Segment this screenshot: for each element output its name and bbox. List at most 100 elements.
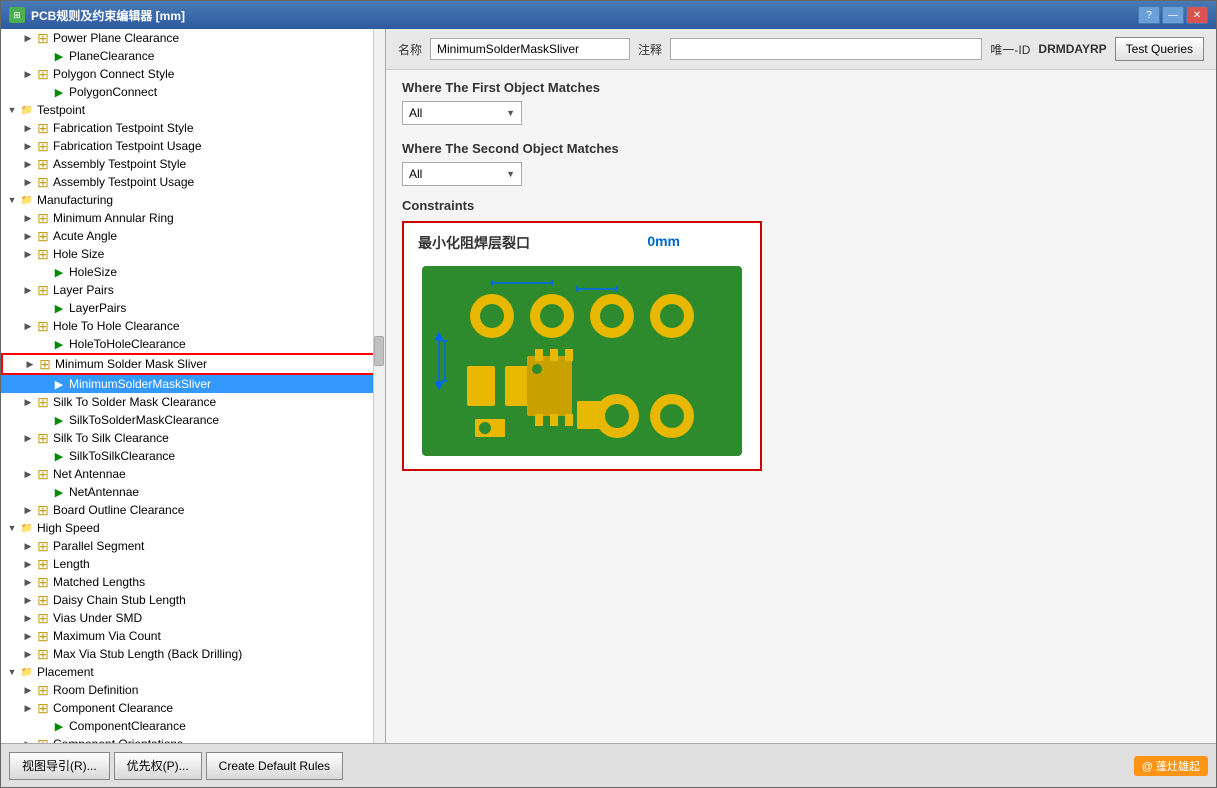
tree-item-min-solder-mask-sliver[interactable]: ▶⊞Minimum Solder Mask Sliver [1, 353, 385, 375]
tree-item-asm-testpoint-style[interactable]: ▶⊞Assembly Testpoint Style [1, 155, 385, 173]
expand-arrow[interactable]: ▶ [21, 283, 35, 297]
tree-item-holetoholeclearance[interactable]: ▶HoleToHoleClearance [1, 335, 385, 353]
tree-item-min-annular-ring[interactable]: ▶⊞Minimum Annular Ring [1, 209, 385, 227]
tree-node-icon: ⊞ [35, 502, 51, 518]
scrollbar-thumb[interactable] [374, 336, 384, 366]
tree-item-hole-to-hole-clearance[interactable]: ▶⊞Hole To Hole Clearance [1, 317, 385, 335]
tree-item-holesize[interactable]: ▶HoleSize [1, 263, 385, 281]
expand-arrow[interactable]: ▶ [21, 175, 35, 189]
expand-arrow[interactable]: ▶ [21, 683, 35, 697]
expand-arrow[interactable]: ▶ [21, 211, 35, 225]
expand-arrow[interactable] [37, 265, 51, 279]
expand-arrow[interactable]: ▶ [21, 647, 35, 661]
create-default-button[interactable]: Create Default Rules [206, 752, 343, 780]
expand-arrow[interactable]: ▶ [21, 139, 35, 153]
tree-item-component-clearance[interactable]: ▶⊞Component Clearance [1, 699, 385, 717]
expand-arrow[interactable]: ▶ [21, 539, 35, 553]
help-button[interactable]: ? [1138, 6, 1160, 24]
rule-header: 名称 注释 唯一-ID DRMDAYRP Test Queries [386, 29, 1216, 70]
expand-arrow[interactable]: ▶ [21, 701, 35, 715]
minimize-button[interactable]: — [1162, 6, 1184, 24]
expand-arrow[interactable]: ▶ [23, 357, 37, 371]
tree-item-room-definition[interactable]: ▶⊞Room Definition [1, 681, 385, 699]
expand-arrow[interactable]: ▶ [21, 229, 35, 243]
expand-arrow[interactable] [37, 49, 51, 63]
expand-arrow[interactable]: ▶ [21, 319, 35, 333]
close-button[interactable]: ✕ [1186, 6, 1208, 24]
tree-item-parallel-segment[interactable]: ▶⊞Parallel Segment [1, 537, 385, 555]
tree-item-netantennae[interactable]: ▶NetAntennae [1, 483, 385, 501]
expand-arrow[interactable]: ▶ [21, 557, 35, 571]
tree-item-length[interactable]: ▶⊞Length [1, 555, 385, 573]
navigate-button[interactable]: 视图导引(R)... [9, 752, 110, 780]
expand-arrow[interactable] [37, 485, 51, 499]
tree-item-testpoint[interactable]: ▼📁Testpoint [1, 101, 385, 119]
group-icon: ⊞ [37, 138, 49, 155]
expand-arrow[interactable]: ▼ [5, 521, 19, 535]
tree-item-max-via-stub[interactable]: ▶⊞Max Via Stub Length (Back Drilling) [1, 645, 385, 663]
rule-name-input[interactable] [430, 38, 630, 60]
expand-arrow[interactable]: ▶ [21, 431, 35, 445]
tree-item-manufacturing[interactable]: ▼📁Manufacturing [1, 191, 385, 209]
tree-item-fab-testpoint-usage[interactable]: ▶⊞Fabrication Testpoint Usage [1, 137, 385, 155]
tree-item-component-orientations[interactable]: ▶⊞Component Orientations [1, 735, 385, 743]
tree-item-silk-to-silk[interactable]: ▶⊞Silk To Silk Clearance [1, 429, 385, 447]
expand-arrow[interactable] [37, 719, 51, 733]
tree-item-polygon-connect[interactable]: ▶PolygonConnect [1, 83, 385, 101]
tree-node-icon: ⊞ [35, 318, 51, 334]
expand-arrow[interactable]: ▼ [5, 193, 19, 207]
expand-arrow[interactable]: ▶ [21, 575, 35, 589]
tree-item-power-plane-clearance[interactable]: ▶⊞Power Plane Clearance [1, 29, 385, 47]
tree-item-minimumsoldermasksliver[interactable]: ▶MinimumSolderMaskSliver [1, 375, 385, 393]
expand-arrow[interactable] [37, 85, 51, 99]
test-queries-button[interactable]: Test Queries [1115, 37, 1204, 61]
tree-panel[interactable]: ▶⊞Power Plane Clearance▶PlaneClearance▶⊞… [1, 29, 386, 743]
tree-scrollbar[interactable] [373, 29, 385, 743]
rule-icon: ▶ [55, 414, 63, 427]
tree-item-max-via-count[interactable]: ▶⊞Maximum Via Count [1, 627, 385, 645]
where-first-dropdown[interactable]: All ▼ [402, 101, 522, 125]
tree-item-fab-testpoint-style[interactable]: ▶⊞Fabrication Testpoint Style [1, 119, 385, 137]
tree-item-silktosoldermaskclearance[interactable]: ▶SilkToSolderMaskClearance [1, 411, 385, 429]
tree-item-placement[interactable]: ▼📁Placement [1, 663, 385, 681]
tree-item-vias-under-smd[interactable]: ▶⊞Vias Under SMD [1, 609, 385, 627]
expand-arrow[interactable]: ▶ [21, 395, 35, 409]
tree-item-high-speed[interactable]: ▼📁High Speed [1, 519, 385, 537]
expand-arrow[interactable] [37, 449, 51, 463]
expand-arrow[interactable] [37, 301, 51, 315]
expand-arrow[interactable]: ▶ [21, 121, 35, 135]
tree-item-plane-clearance[interactable]: ▶PlaneClearance [1, 47, 385, 65]
where-second-dropdown[interactable]: All ▼ [402, 162, 522, 186]
tree-item-board-outline-clearance[interactable]: ▶⊞Board Outline Clearance [1, 501, 385, 519]
expand-arrow[interactable]: ▶ [21, 503, 35, 517]
expand-arrow[interactable] [37, 413, 51, 427]
tree-item-silktosilkclearance[interactable]: ▶SilkToSilkClearance [1, 447, 385, 465]
expand-arrow[interactable]: ▶ [21, 157, 35, 171]
expand-arrow[interactable]: ▶ [21, 247, 35, 261]
tree-item-asm-testpoint-usage[interactable]: ▶⊞Assembly Testpoint Usage [1, 173, 385, 191]
tree-item-net-antennae[interactable]: ▶⊞Net Antennae [1, 465, 385, 483]
expand-arrow[interactable]: ▼ [5, 665, 19, 679]
expand-arrow[interactable] [37, 337, 51, 351]
tree-item-layer-pairs[interactable]: ▶⊞Layer Pairs [1, 281, 385, 299]
expand-arrow[interactable]: ▶ [21, 737, 35, 743]
tree-item-silk-to-solder-mask[interactable]: ▶⊞Silk To Solder Mask Clearance [1, 393, 385, 411]
rule-comment-input[interactable] [670, 38, 982, 60]
expand-arrow[interactable]: ▶ [21, 611, 35, 625]
tree-item-matched-lengths[interactable]: ▶⊞Matched Lengths [1, 573, 385, 591]
tree-item-acute-angle[interactable]: ▶⊞Acute Angle [1, 227, 385, 245]
constraints-value: 0mm [647, 233, 680, 249]
priority-button[interactable]: 优先权(P)... [114, 752, 202, 780]
expand-arrow[interactable]: ▶ [21, 67, 35, 81]
expand-arrow[interactable]: ▶ [21, 467, 35, 481]
tree-item-polygon-connect-style[interactable]: ▶⊞Polygon Connect Style [1, 65, 385, 83]
tree-item-hole-size[interactable]: ▶⊞Hole Size [1, 245, 385, 263]
tree-item-daisy-chain-stub[interactable]: ▶⊞Daisy Chain Stub Length [1, 591, 385, 609]
expand-arrow[interactable]: ▶ [21, 629, 35, 643]
tree-item-layerpairs[interactable]: ▶LayerPairs [1, 299, 385, 317]
expand-arrow[interactable]: ▶ [21, 31, 35, 45]
expand-arrow[interactable]: ▶ [21, 593, 35, 607]
expand-arrow[interactable]: ▼ [5, 103, 19, 117]
tree-item-componentclearance[interactable]: ▶ComponentClearance [1, 717, 385, 735]
expand-arrow[interactable] [37, 377, 51, 391]
